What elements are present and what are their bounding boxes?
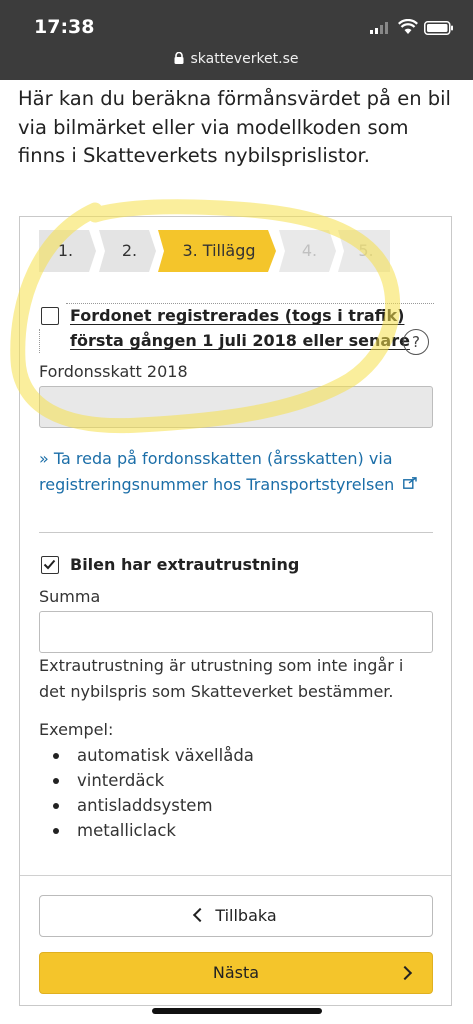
chevron-right-icon <box>397 965 413 981</box>
examples-list: automatisk växellåda vinterdäck antislad… <box>39 743 254 843</box>
footer-divider <box>20 875 451 876</box>
external-link-icon <box>403 477 418 489</box>
list-item: automatisk växellåda <box>39 743 254 768</box>
link-line2: registreringsnummer hos Transportstyrels… <box>39 475 395 494</box>
examples-heading: Exempel: <box>39 720 114 739</box>
list-item: antisladdsystem <box>39 793 254 818</box>
status-time: 17:38 <box>34 16 95 38</box>
sum-input[interactable] <box>39 611 433 653</box>
wifi-icon <box>398 19 418 34</box>
sum-label: Summa <box>39 587 101 606</box>
link-line1: » Ta reda på fordonsskatten (årsskatten)… <box>39 449 393 468</box>
step-3-active[interactable]: 3. Tillägg <box>158 230 276 272</box>
home-indicator <box>152 1008 322 1014</box>
browser-chrome: 17:38 skatteverket.se <box>0 0 473 80</box>
battery-icon <box>424 21 453 35</box>
vehicle-tax-input <box>39 386 433 428</box>
back-button[interactable]: Tillbaka <box>39 895 433 937</box>
calculator-card: 1. 2. 3. Tillägg 4. 5. Fordonet registre… <box>19 216 452 1006</box>
intro-text: Här kan du beräkna förmånsvärdet på en b… <box>18 87 451 167</box>
section-divider <box>39 532 433 533</box>
registered-checkbox[interactable] <box>41 307 59 325</box>
step-1[interactable]: 1. <box>39 230 96 272</box>
dotted-vertical-guide <box>39 329 40 353</box>
cellular-signal-icon <box>370 22 388 34</box>
registered-label-line1[interactable]: Fordonet registrerades (togs i trafik) <box>70 306 404 325</box>
step-4: 4. <box>279 230 336 272</box>
next-button[interactable]: Nästa <box>39 952 433 994</box>
chevron-left-icon <box>193 907 208 923</box>
step-5: 5. <box>338 230 390 272</box>
extras-checkbox[interactable] <box>41 556 59 574</box>
vehicle-tax-label: Fordonsskatt 2018 <box>39 362 188 381</box>
extras-description: Extrautrustning är utrustning som inte i… <box>39 656 404 701</box>
list-item: metalliclack <box>39 818 254 843</box>
next-button-label: Nästa <box>212 963 260 982</box>
dotted-separator <box>66 303 434 304</box>
back-button-label: Tillbaka <box>215 906 277 925</box>
lock-icon <box>174 52 184 64</box>
help-icon[interactable]: ? <box>403 329 429 355</box>
url-text: skatteverket.se <box>190 51 299 67</box>
list-item: vinterdäck <box>39 768 254 793</box>
registered-label-line2[interactable]: första gången 1 juli 2018 eller senare <box>70 331 410 350</box>
extras-label[interactable]: Bilen har extrautrustning <box>70 555 299 574</box>
checkmark-icon <box>43 559 56 570</box>
transportstyrelsen-link[interactable]: » Ta reda på fordonsskatten (årsskatten)… <box>39 446 439 498</box>
address-bar[interactable]: skatteverket.se <box>0 51 473 67</box>
step-2[interactable]: 2. <box>99 230 156 272</box>
